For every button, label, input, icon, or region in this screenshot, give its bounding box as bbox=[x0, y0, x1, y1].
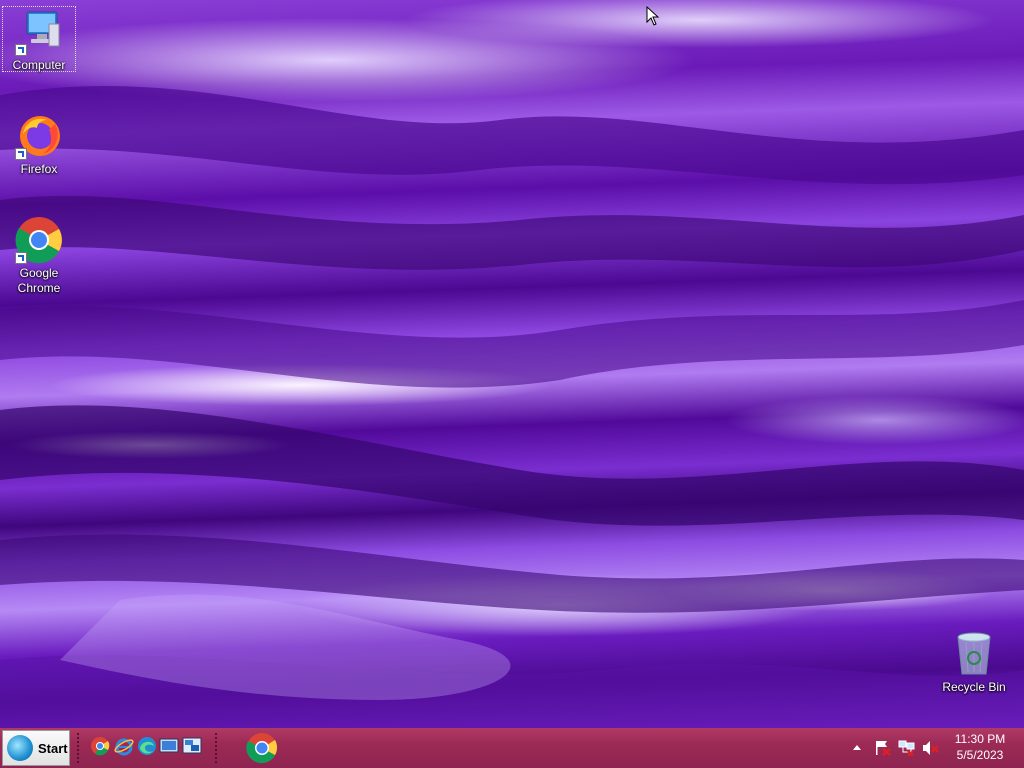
computer-icon bbox=[15, 8, 63, 56]
taskbar-clock[interactable]: 11:30 PM 5/5/2023 bbox=[948, 731, 1012, 763]
clock-date: 5/5/2023 bbox=[956, 748, 1004, 762]
taskbar-chrome-button[interactable] bbox=[246, 732, 278, 764]
start-button[interactable]: Start bbox=[2, 730, 70, 766]
shortcut-arrow-icon bbox=[15, 252, 27, 264]
volume-muted-icon[interactable] bbox=[922, 740, 940, 756]
recycle-bin-icon bbox=[950, 630, 998, 678]
quick-launch-desktop-icon[interactable] bbox=[159, 736, 179, 756]
shortcut-arrow-icon bbox=[15, 148, 27, 160]
chrome-icon bbox=[15, 216, 63, 264]
desktop-icon-google-chrome[interactable]: Google Chrome bbox=[1, 216, 77, 296]
desktop-icon-label: Computer bbox=[12, 58, 66, 72]
action-center-flag-icon[interactable] bbox=[874, 740, 892, 756]
start-button-label: Start bbox=[38, 740, 68, 756]
quick-launch-edge-icon[interactable] bbox=[137, 736, 157, 756]
start-orb-icon bbox=[7, 735, 33, 761]
wallpaper-waves bbox=[0, 86, 1024, 728]
desktop-icon-computer[interactable]: Computer bbox=[1, 8, 77, 73]
shortcut-arrow-icon bbox=[15, 44, 27, 56]
taskbar: Start 11:30 PM 5/5/2023 bbox=[0, 728, 1024, 768]
toolbar-grip[interactable] bbox=[214, 732, 218, 764]
show-hidden-icons-arrow[interactable] bbox=[852, 740, 862, 756]
desktop-icon-label: Firefox bbox=[20, 162, 58, 176]
quick-launch-internet-explorer-icon[interactable] bbox=[114, 736, 134, 756]
quick-launch-switch-windows-icon[interactable] bbox=[182, 736, 202, 756]
network-icon[interactable] bbox=[898, 740, 916, 756]
toolbar-grip[interactable] bbox=[76, 732, 80, 764]
quick-launch-chrome-icon[interactable] bbox=[90, 736, 110, 756]
clock-time: 11:30 PM bbox=[954, 732, 1006, 746]
desktop-icon-label: Google Chrome bbox=[17, 266, 61, 295]
desktop-wallpaper[interactable]: Computer Firefox Google Chrome Recycle B… bbox=[0, 0, 1024, 728]
desktop-icon-firefox[interactable]: Firefox bbox=[1, 112, 77, 177]
firefox-icon bbox=[15, 112, 63, 160]
desktop-icon-recycle-bin[interactable]: Recycle Bin bbox=[936, 630, 1012, 695]
desktop-icon-label: Recycle Bin bbox=[942, 680, 1006, 694]
mouse-cursor-icon bbox=[646, 6, 660, 26]
